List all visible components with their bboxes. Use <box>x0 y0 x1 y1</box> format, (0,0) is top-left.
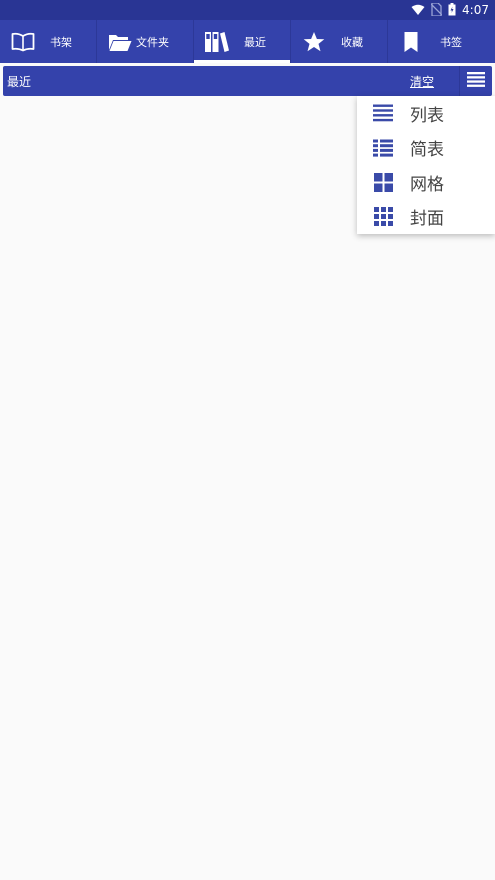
page-title: 最近 <box>7 75 32 89</box>
menu-item-compact-list[interactable]: 简表 <box>357 131 495 166</box>
menu-item-label: 封面 <box>410 209 444 230</box>
bookmark-icon <box>398 29 424 55</box>
compact-list-icon <box>373 138 393 158</box>
tab-label: 最近 <box>244 35 266 49</box>
recent-toolbar: 最近 清空 <box>3 66 492 96</box>
tab-folder[interactable]: 文件夹 <box>97 20 194 63</box>
clear-button[interactable]: 清空 <box>410 73 434 90</box>
status-bar: 4:07 <box>0 0 495 20</box>
grid-icon <box>373 172 393 192</box>
tab-favorites[interactable]: 收藏 <box>291 20 388 63</box>
status-icons: 4:07 <box>411 0 489 20</box>
menu-item-label: 列表 <box>410 105 444 126</box>
tab-bar: 书架 文件夹 最近 收藏 书签 <box>0 20 495 63</box>
battery-icon <box>448 1 456 20</box>
tab-bookshelf[interactable]: 书架 <box>0 20 97 63</box>
tab-label: 书签 <box>440 35 462 49</box>
tab-label: 文件夹 <box>136 35 169 49</box>
menu-item-cover[interactable]: 封面 <box>357 200 495 235</box>
book-open-icon <box>10 29 36 55</box>
no-sim-icon <box>430 1 443 20</box>
menu-item-label: 简表 <box>410 140 444 161</box>
tab-label: 书架 <box>50 35 72 49</box>
menu-icon <box>467 71 485 91</box>
star-icon <box>301 29 327 55</box>
view-mode-menu: 列表 简表 网格 封面 <box>357 96 495 234</box>
status-time: 4:07 <box>462 3 489 17</box>
tab-bookmarks[interactable]: 书签 <box>388 20 486 63</box>
menu-item-label: 网格 <box>410 174 444 195</box>
recent-books-icon <box>204 29 230 55</box>
view-menu-button[interactable] <box>459 66 492 96</box>
tab-label: 收藏 <box>341 35 363 49</box>
list-icon <box>373 103 393 123</box>
menu-item-list[interactable]: 列表 <box>357 96 495 131</box>
wifi-icon <box>411 1 425 20</box>
folder-icon <box>107 29 133 55</box>
cover-grid-icon <box>373 207 393 227</box>
menu-item-grid[interactable]: 网格 <box>357 165 495 200</box>
tab-recent[interactable]: 最近 <box>194 20 291 63</box>
